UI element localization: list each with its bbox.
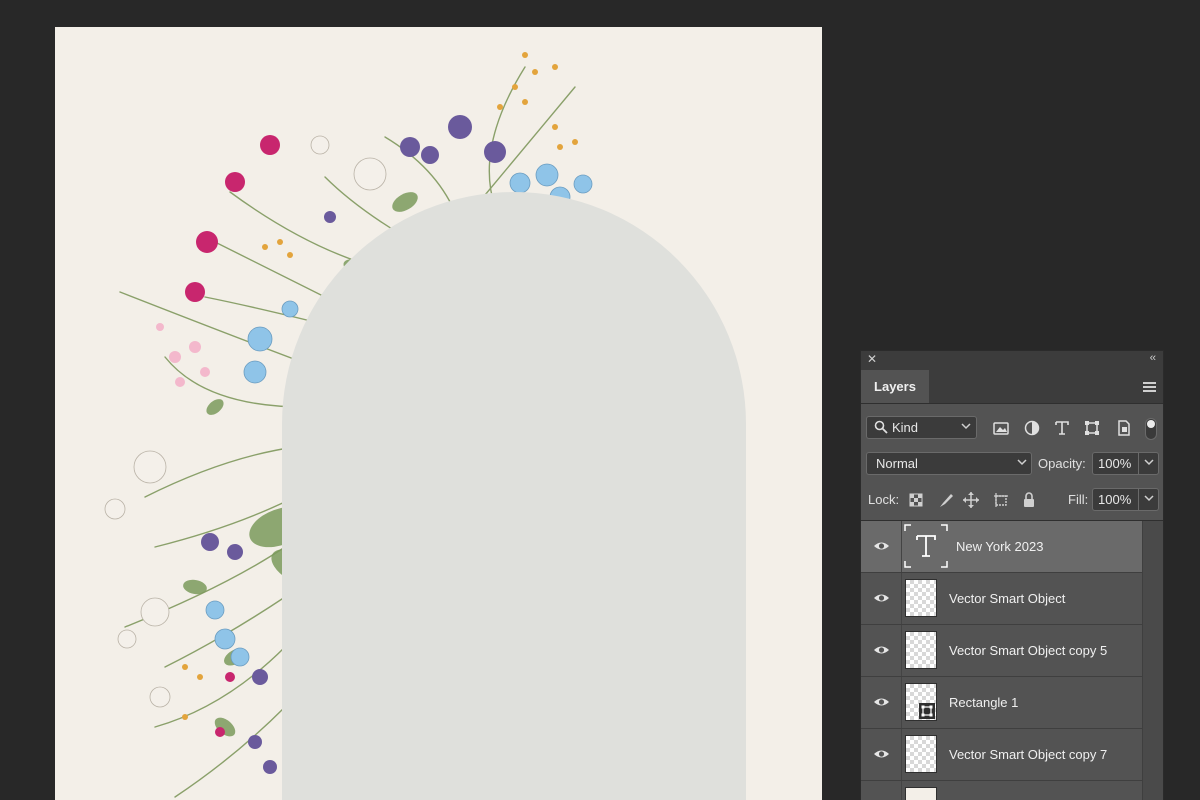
layer-row-rectangle-1[interactable]: Rectangle 1	[861, 677, 1144, 729]
layer-name: Vector Smart Object copy 7	[949, 747, 1108, 762]
lock-artboard-icon[interactable]	[992, 491, 1010, 509]
kind-filter-dropdown[interactable]: Kind	[866, 416, 977, 439]
visibility-eye-icon[interactable]	[873, 540, 890, 552]
layer-row-vector-smart-object-copy-5[interactable]: Vector Smart Object copy 5	[861, 625, 1144, 677]
tab-layers[interactable]: Layers	[861, 370, 929, 403]
layers-scrollbar[interactable]	[1142, 521, 1163, 800]
chevron-down-icon[interactable]	[1144, 493, 1154, 503]
layer-name: Vector Smart Object copy 5	[949, 643, 1108, 658]
layer-row-new-york-2023[interactable]: New York 2023	[861, 521, 1144, 573]
filter-toggle[interactable]	[1145, 418, 1157, 440]
lock-position-icon[interactable]	[962, 491, 980, 509]
filter-row: Kind	[861, 411, 1163, 443]
smart-object-filter-icon[interactable]	[1115, 419, 1133, 437]
visibility-eye-icon[interactable]	[873, 748, 890, 760]
blend-row: Normal Opacity: 100%	[861, 450, 1163, 478]
type-layer-thumbnail-icon	[904, 524, 948, 568]
document-canvas[interactable]	[55, 27, 822, 800]
chevron-down-icon[interactable]	[1144, 457, 1154, 467]
visibility-eye-icon[interactable]	[873, 592, 890, 604]
blend-mode-dropdown[interactable]: Normal	[866, 452, 1032, 475]
panel-tab-bar: Layers	[861, 370, 1163, 404]
lock-label: Lock:	[868, 492, 900, 507]
adjustment-filter-icon[interactable]	[1023, 419, 1041, 437]
lock-image-pixels-icon[interactable]	[937, 491, 955, 509]
lock-transparent-pixels-icon[interactable]	[907, 491, 925, 509]
panel-menu-icon[interactable]	[1143, 382, 1156, 392]
fill-value: 100%	[1098, 492, 1132, 507]
layer-thumbnail	[905, 579, 937, 617]
collapse-panel-icon[interactable]: ‹‹	[1150, 352, 1156, 364]
layers-panel: ✕ ‹‹ Layers Kind Normal Opacity: 100% Lo…	[860, 350, 1164, 800]
visibility-eye-icon[interactable]	[873, 696, 890, 708]
opacity-label: Opacity:	[1038, 456, 1086, 471]
layer-row-vector-smart-object-copy-7[interactable]: Vector Smart Object copy 7	[861, 729, 1144, 781]
opacity-field[interactable]: 100%	[1092, 452, 1159, 475]
lock-row: Lock: Fill: 100%	[861, 486, 1163, 514]
chevron-down-icon	[961, 423, 971, 430]
fill-label: Fill:	[1068, 492, 1089, 507]
layer-thumbnail	[905, 735, 937, 773]
layer-row-vector-smart-object[interactable]: Vector Smart Object	[861, 573, 1144, 625]
panel-titlebar: ✕ ‹‹	[861, 351, 1163, 370]
arch-shape[interactable]	[282, 192, 746, 800]
layer-name: Rectangle 1	[949, 695, 1019, 710]
layer-name: New York 2023	[956, 539, 1044, 554]
chevron-down-icon	[1017, 459, 1027, 466]
opacity-value: 100%	[1098, 456, 1132, 471]
visibility-eye-icon[interactable]	[873, 644, 890, 656]
search-icon	[874, 420, 888, 434]
close-icon[interactable]: ✕	[867, 352, 877, 366]
blend-mode-value: Normal	[876, 456, 918, 471]
kind-label: Kind	[892, 420, 919, 435]
type-filter-icon[interactable]	[1053, 419, 1071, 437]
shape-layer-badge-icon	[919, 703, 935, 719]
lock-all-icon[interactable]	[1020, 491, 1038, 509]
image-filter-icon[interactable]	[992, 419, 1010, 437]
shape-filter-icon[interactable]	[1083, 419, 1101, 437]
layer-name: Vector Smart Object	[949, 591, 1066, 606]
fill-field[interactable]: 100%	[1092, 488, 1159, 511]
layer-thumbnail	[905, 787, 937, 800]
layer-thumbnail	[905, 631, 937, 669]
layer-row-background-fill[interactable]	[861, 781, 1144, 800]
workspace: ✕ ‹‹ Layers Kind Normal Opacity: 100% Lo…	[0, 0, 1200, 800]
layers-list: New York 2023 Vector Smart Object Vector…	[861, 520, 1163, 800]
